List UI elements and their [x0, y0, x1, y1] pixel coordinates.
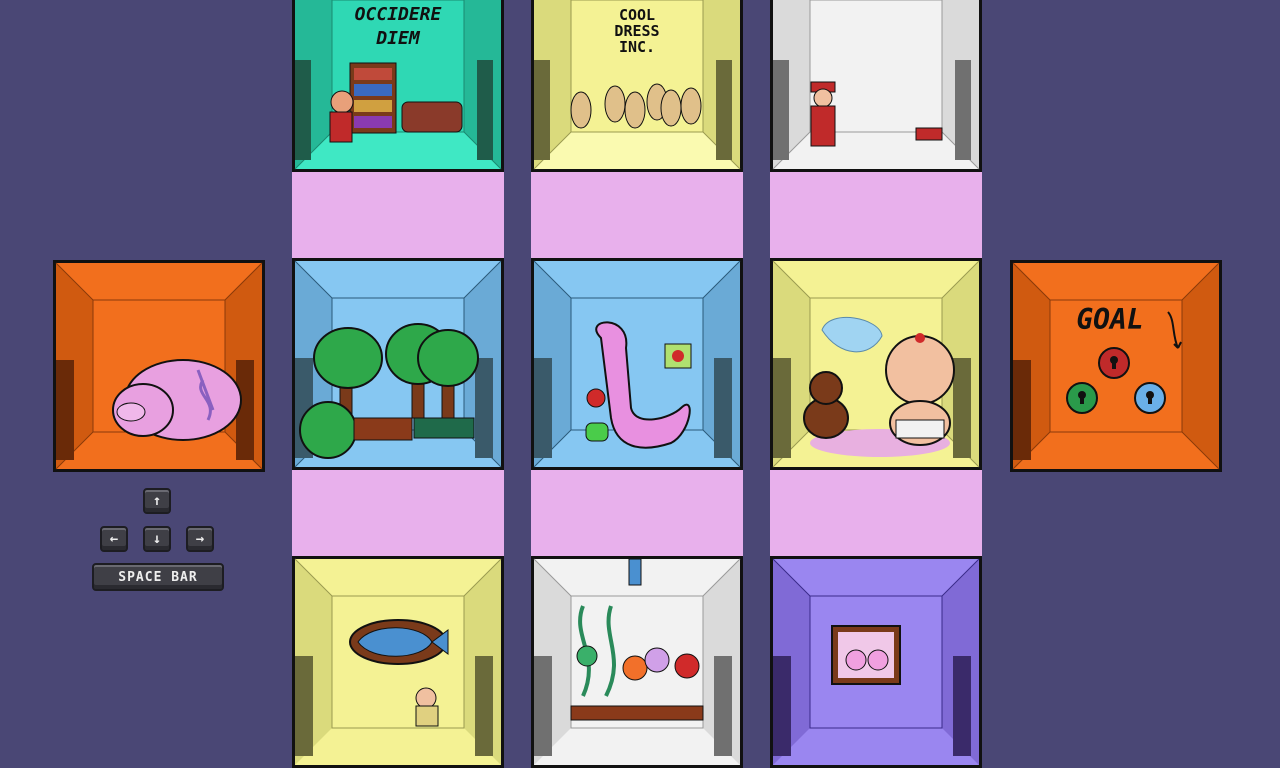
occidere-sign-line2: DIEM	[376, 28, 420, 49]
room-occidere-diem[interactable]: OCCIDERE DIEM	[292, 0, 504, 172]
occidere-sign-line1: OCCIDERE	[354, 4, 442, 25]
space-bar-key[interactable]: SPACE BAR	[92, 563, 224, 591]
room-garden[interactable]	[531, 556, 743, 768]
corridor-bottom-right	[770, 470, 982, 556]
room-worm[interactable]	[531, 258, 743, 470]
corridor-bottom-left	[292, 470, 504, 556]
corridor-top-right	[770, 172, 982, 258]
up-arrow-key[interactable]: ↑	[143, 488, 171, 514]
cool-dress-sign-line1: COOL	[618, 6, 656, 24]
goal-sign: GOAL	[1076, 303, 1144, 336]
room-baby[interactable]	[770, 258, 982, 470]
room-fish[interactable]	[292, 556, 504, 768]
room-santa[interactable]	[770, 0, 982, 172]
left-arrow-key[interactable]: ←	[100, 526, 128, 552]
room-piggy-bank[interactable]	[53, 260, 265, 472]
room-cool-dress-inc[interactable]: COOL DRESS INC.	[531, 0, 743, 172]
corridor-top-middle	[531, 172, 743, 258]
corridor-bottom-middle	[531, 470, 743, 556]
room-forest[interactable]	[292, 258, 504, 470]
corridor-top-left	[292, 172, 504, 258]
cool-dress-sign-line2: DRESS	[614, 22, 660, 40]
cool-dress-sign-line3: INC.	[618, 38, 656, 56]
down-arrow-key[interactable]: ↓	[143, 526, 171, 552]
room-goal[interactable]: GOAL	[1010, 260, 1222, 472]
room-portrait[interactable]	[770, 556, 982, 768]
right-arrow-key[interactable]: →	[186, 526, 214, 552]
